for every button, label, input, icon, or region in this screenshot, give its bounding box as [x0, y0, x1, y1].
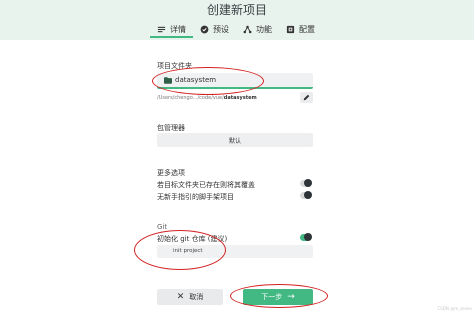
- tab-details-label: 详情: [170, 24, 186, 34]
- tab-details[interactable]: 详情: [150, 22, 193, 38]
- overwrite-switch[interactable]: [300, 179, 312, 187]
- watermark: CSDN @m_seven: [437, 306, 472, 311]
- package-manager-label: 包管理器: [157, 124, 185, 132]
- no-guide-label: 无新手指引的脚手架项目: [157, 193, 234, 201]
- folder-path-name: datasystem: [223, 95, 257, 101]
- check-circle-icon: [200, 25, 209, 34]
- tab-presets-label: 预设: [213, 24, 229, 34]
- close-icon: ✕: [176, 292, 185, 302]
- switch-knob: [304, 233, 312, 241]
- folder-path-prefix: /Users/chengo.../code/vue/: [157, 95, 224, 101]
- step-tabs: 详情 预设 功能 配置: [150, 22, 322, 38]
- switch-knob: [304, 191, 312, 199]
- list-icon: [157, 25, 166, 34]
- git-init-switch[interactable]: [300, 233, 312, 241]
- git-label: Git: [157, 223, 168, 231]
- cancel-label: 取消: [189, 293, 204, 301]
- tab-features[interactable]: 功能: [236, 22, 279, 36]
- branch-icon: [243, 25, 252, 34]
- page-title: 创建新项目: [206, 3, 267, 17]
- pencil-icon: [303, 94, 310, 101]
- no-guide-switch[interactable]: [300, 191, 312, 199]
- highlight-ellipse: [230, 284, 328, 308]
- tab-features-label: 功能: [256, 24, 272, 34]
- edit-path-button[interactable]: [300, 92, 313, 103]
- highlight-ellipse: [152, 67, 264, 95]
- folder-path: /Users/chengo.../code/vue/datasystem: [157, 95, 257, 101]
- cancel-button[interactable]: ✕ 取消: [157, 289, 223, 305]
- tab-presets[interactable]: 预设: [193, 22, 236, 36]
- switch-knob: [304, 179, 312, 187]
- tab-config-label: 配置: [299, 24, 315, 34]
- package-manager-select[interactable]: 默认: [157, 133, 313, 147]
- overwrite-option: 若目标文件夹已存在则将其覆盖: [157, 179, 313, 190]
- highlight-ellipse: [134, 230, 226, 270]
- no-guide-option: 无新手指引的脚手架项目: [157, 191, 313, 202]
- config-icon: [286, 25, 295, 34]
- more-options-label: 更多选项: [157, 169, 185, 177]
- overwrite-label: 若目标文件夹已存在则将其覆盖: [157, 181, 255, 189]
- tab-config[interactable]: 配置: [279, 22, 322, 36]
- header-bar: 创建新项目 详情 预设 功能 配置: [0, 0, 474, 40]
